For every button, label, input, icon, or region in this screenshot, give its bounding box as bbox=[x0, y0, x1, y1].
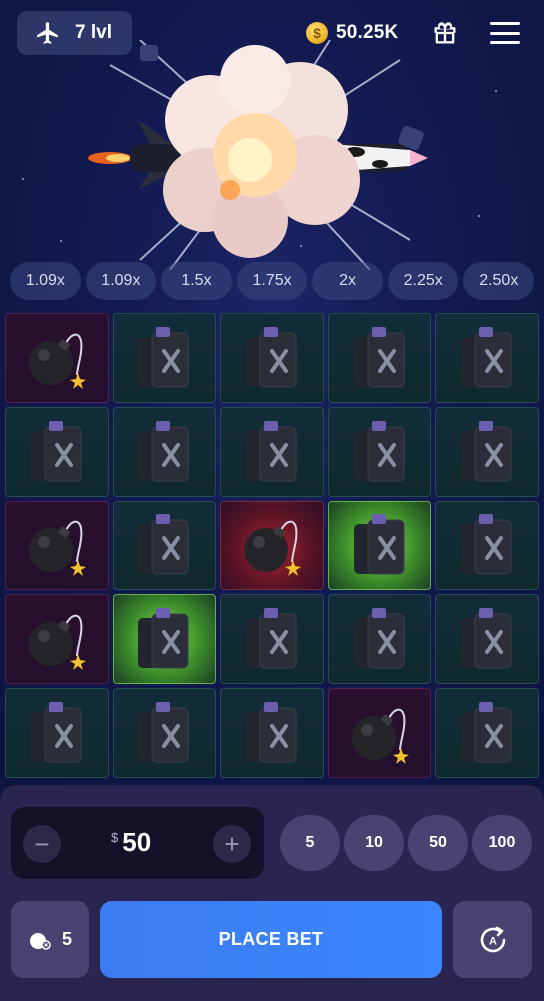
decrease-bet-button[interactable]: − bbox=[23, 825, 61, 863]
quick-bet-100[interactable]: 100 bbox=[472, 815, 532, 871]
bomb-icon bbox=[28, 333, 86, 389]
fuel-canister-icon bbox=[138, 514, 189, 575]
balance-amount: 50.25K bbox=[336, 22, 399, 43]
grid-cell-canister[interactable] bbox=[220, 313, 324, 403]
bet-panel: − $ 50 + 5 10 50 100 5 PLACE BET A bbox=[0, 785, 544, 1001]
svg-text:A: A bbox=[489, 935, 497, 947]
bombs-count: 5 bbox=[61, 929, 72, 949]
bomb-icon bbox=[29, 932, 51, 950]
menu-line-2 bbox=[490, 31, 520, 35]
plane-explosion-illustration bbox=[88, 40, 428, 270]
multiplier-step: 1.09x bbox=[10, 262, 81, 300]
multiplier-step: 1.5x bbox=[161, 262, 232, 300]
auto-play-icon: A bbox=[480, 926, 505, 952]
grid-cell-bomb[interactable] bbox=[220, 500, 324, 591]
bomb-icon bbox=[28, 521, 86, 577]
grid-cell-canister[interactable] bbox=[112, 500, 217, 591]
grid-cell-canister[interactable] bbox=[220, 406, 324, 497]
multiplier-step: 2.50x bbox=[463, 262, 535, 300]
fuel-canister-icon bbox=[461, 702, 512, 763]
bet-amount-box: − $ 50 + bbox=[11, 807, 264, 879]
multiplier-step: 2.25x bbox=[387, 262, 459, 300]
fuel-canister-icon bbox=[138, 608, 189, 669]
fuel-canister-icon bbox=[461, 608, 512, 669]
multiplier-step: 2x bbox=[312, 262, 383, 300]
grid-cell-canister[interactable] bbox=[5, 406, 109, 497]
gift-icon[interactable] bbox=[431, 19, 459, 47]
grid-cell-canister[interactable] bbox=[435, 688, 539, 778]
fuel-canister-icon bbox=[353, 326, 405, 388]
grid-cell-canister[interactable] bbox=[112, 406, 217, 497]
grid-cell-canister[interactable] bbox=[112, 594, 217, 685]
place-bet-button[interactable]: PLACE BET bbox=[100, 901, 442, 978]
grid-cell-canister[interactable] bbox=[435, 500, 539, 591]
quick-bet-50[interactable]: 50 bbox=[408, 815, 468, 871]
fuel-canister-icon bbox=[353, 514, 405, 575]
grid-cell-bomb[interactable] bbox=[5, 500, 109, 591]
bomb-icon bbox=[28, 614, 86, 671]
bet-amount-value: 50 bbox=[122, 827, 152, 857]
increase-bet-button[interactable]: + bbox=[213, 825, 251, 863]
bombs-count-button[interactable]: 5 bbox=[11, 901, 89, 978]
bomb-icon bbox=[243, 521, 301, 577]
level-label: 7 lvl bbox=[75, 22, 112, 43]
fuel-canister-icon bbox=[461, 326, 512, 388]
fuel-canister-icon bbox=[138, 702, 189, 763]
grid-cell-canister[interactable] bbox=[220, 688, 324, 778]
grid-cell-canister[interactable] bbox=[327, 406, 432, 497]
fuel-canister-icon bbox=[245, 702, 297, 763]
grid-cell-canister[interactable] bbox=[327, 594, 432, 685]
grid-cell-canister[interactable] bbox=[435, 313, 539, 403]
menu-line-3 bbox=[490, 41, 520, 44]
grid-cell-canister[interactable] bbox=[220, 594, 324, 685]
game-grid bbox=[5, 313, 539, 778]
quick-bet-5[interactable]: 5 bbox=[280, 815, 340, 871]
multiplier-step: 1.09x bbox=[85, 262, 157, 300]
fuel-canister-icon bbox=[30, 420, 82, 482]
bet-amount: $ 50 bbox=[111, 827, 151, 858]
grid-cell-bomb[interactable] bbox=[5, 594, 109, 685]
grid-cell-canister[interactable] bbox=[112, 313, 217, 403]
grid-cell-canister[interactable] bbox=[435, 594, 539, 685]
fuel-canister-icon bbox=[353, 608, 405, 669]
bomb-icon bbox=[351, 708, 409, 765]
level-badge[interactable]: 7 lvl bbox=[17, 11, 132, 55]
balance-display: $ 50.25K bbox=[306, 20, 398, 46]
coin-icon: $ bbox=[306, 22, 328, 44]
menu-line-1 bbox=[490, 22, 520, 25]
grid-cell-canister[interactable] bbox=[5, 688, 109, 778]
fuel-canister-icon bbox=[353, 420, 405, 482]
fuel-canister-icon bbox=[245, 608, 297, 669]
fuel-canister-icon bbox=[138, 420, 189, 482]
quick-bet-10[interactable]: 10 bbox=[344, 815, 404, 871]
fuel-canister-icon bbox=[461, 514, 512, 575]
fuel-canister-icon bbox=[30, 702, 82, 763]
auto-play-button[interactable]: A bbox=[453, 901, 532, 978]
grid-cell-canister[interactable] bbox=[327, 500, 432, 591]
airplane-icon bbox=[37, 22, 58, 44]
fuel-canister-icon bbox=[245, 420, 297, 482]
multiplier-step: 1.75x bbox=[236, 262, 308, 300]
grid-cell-canister[interactable] bbox=[327, 313, 432, 403]
grid-cell-canister[interactable] bbox=[435, 406, 539, 497]
grid-cell-canister[interactable] bbox=[112, 688, 217, 778]
menu-icon[interactable] bbox=[490, 22, 520, 44]
fuel-canister-icon bbox=[461, 420, 512, 482]
fuel-canister-icon bbox=[138, 326, 189, 388]
bet-currency: $ bbox=[111, 830, 119, 845]
grid-cell-bomb[interactable] bbox=[327, 688, 432, 778]
multiplier-track: 1.09x 1.09x 1.5x 1.75x 2x 2.25x 2.50x bbox=[10, 262, 535, 300]
grid-cell-bomb[interactable] bbox=[5, 313, 109, 403]
fuel-canister-icon bbox=[245, 326, 297, 388]
